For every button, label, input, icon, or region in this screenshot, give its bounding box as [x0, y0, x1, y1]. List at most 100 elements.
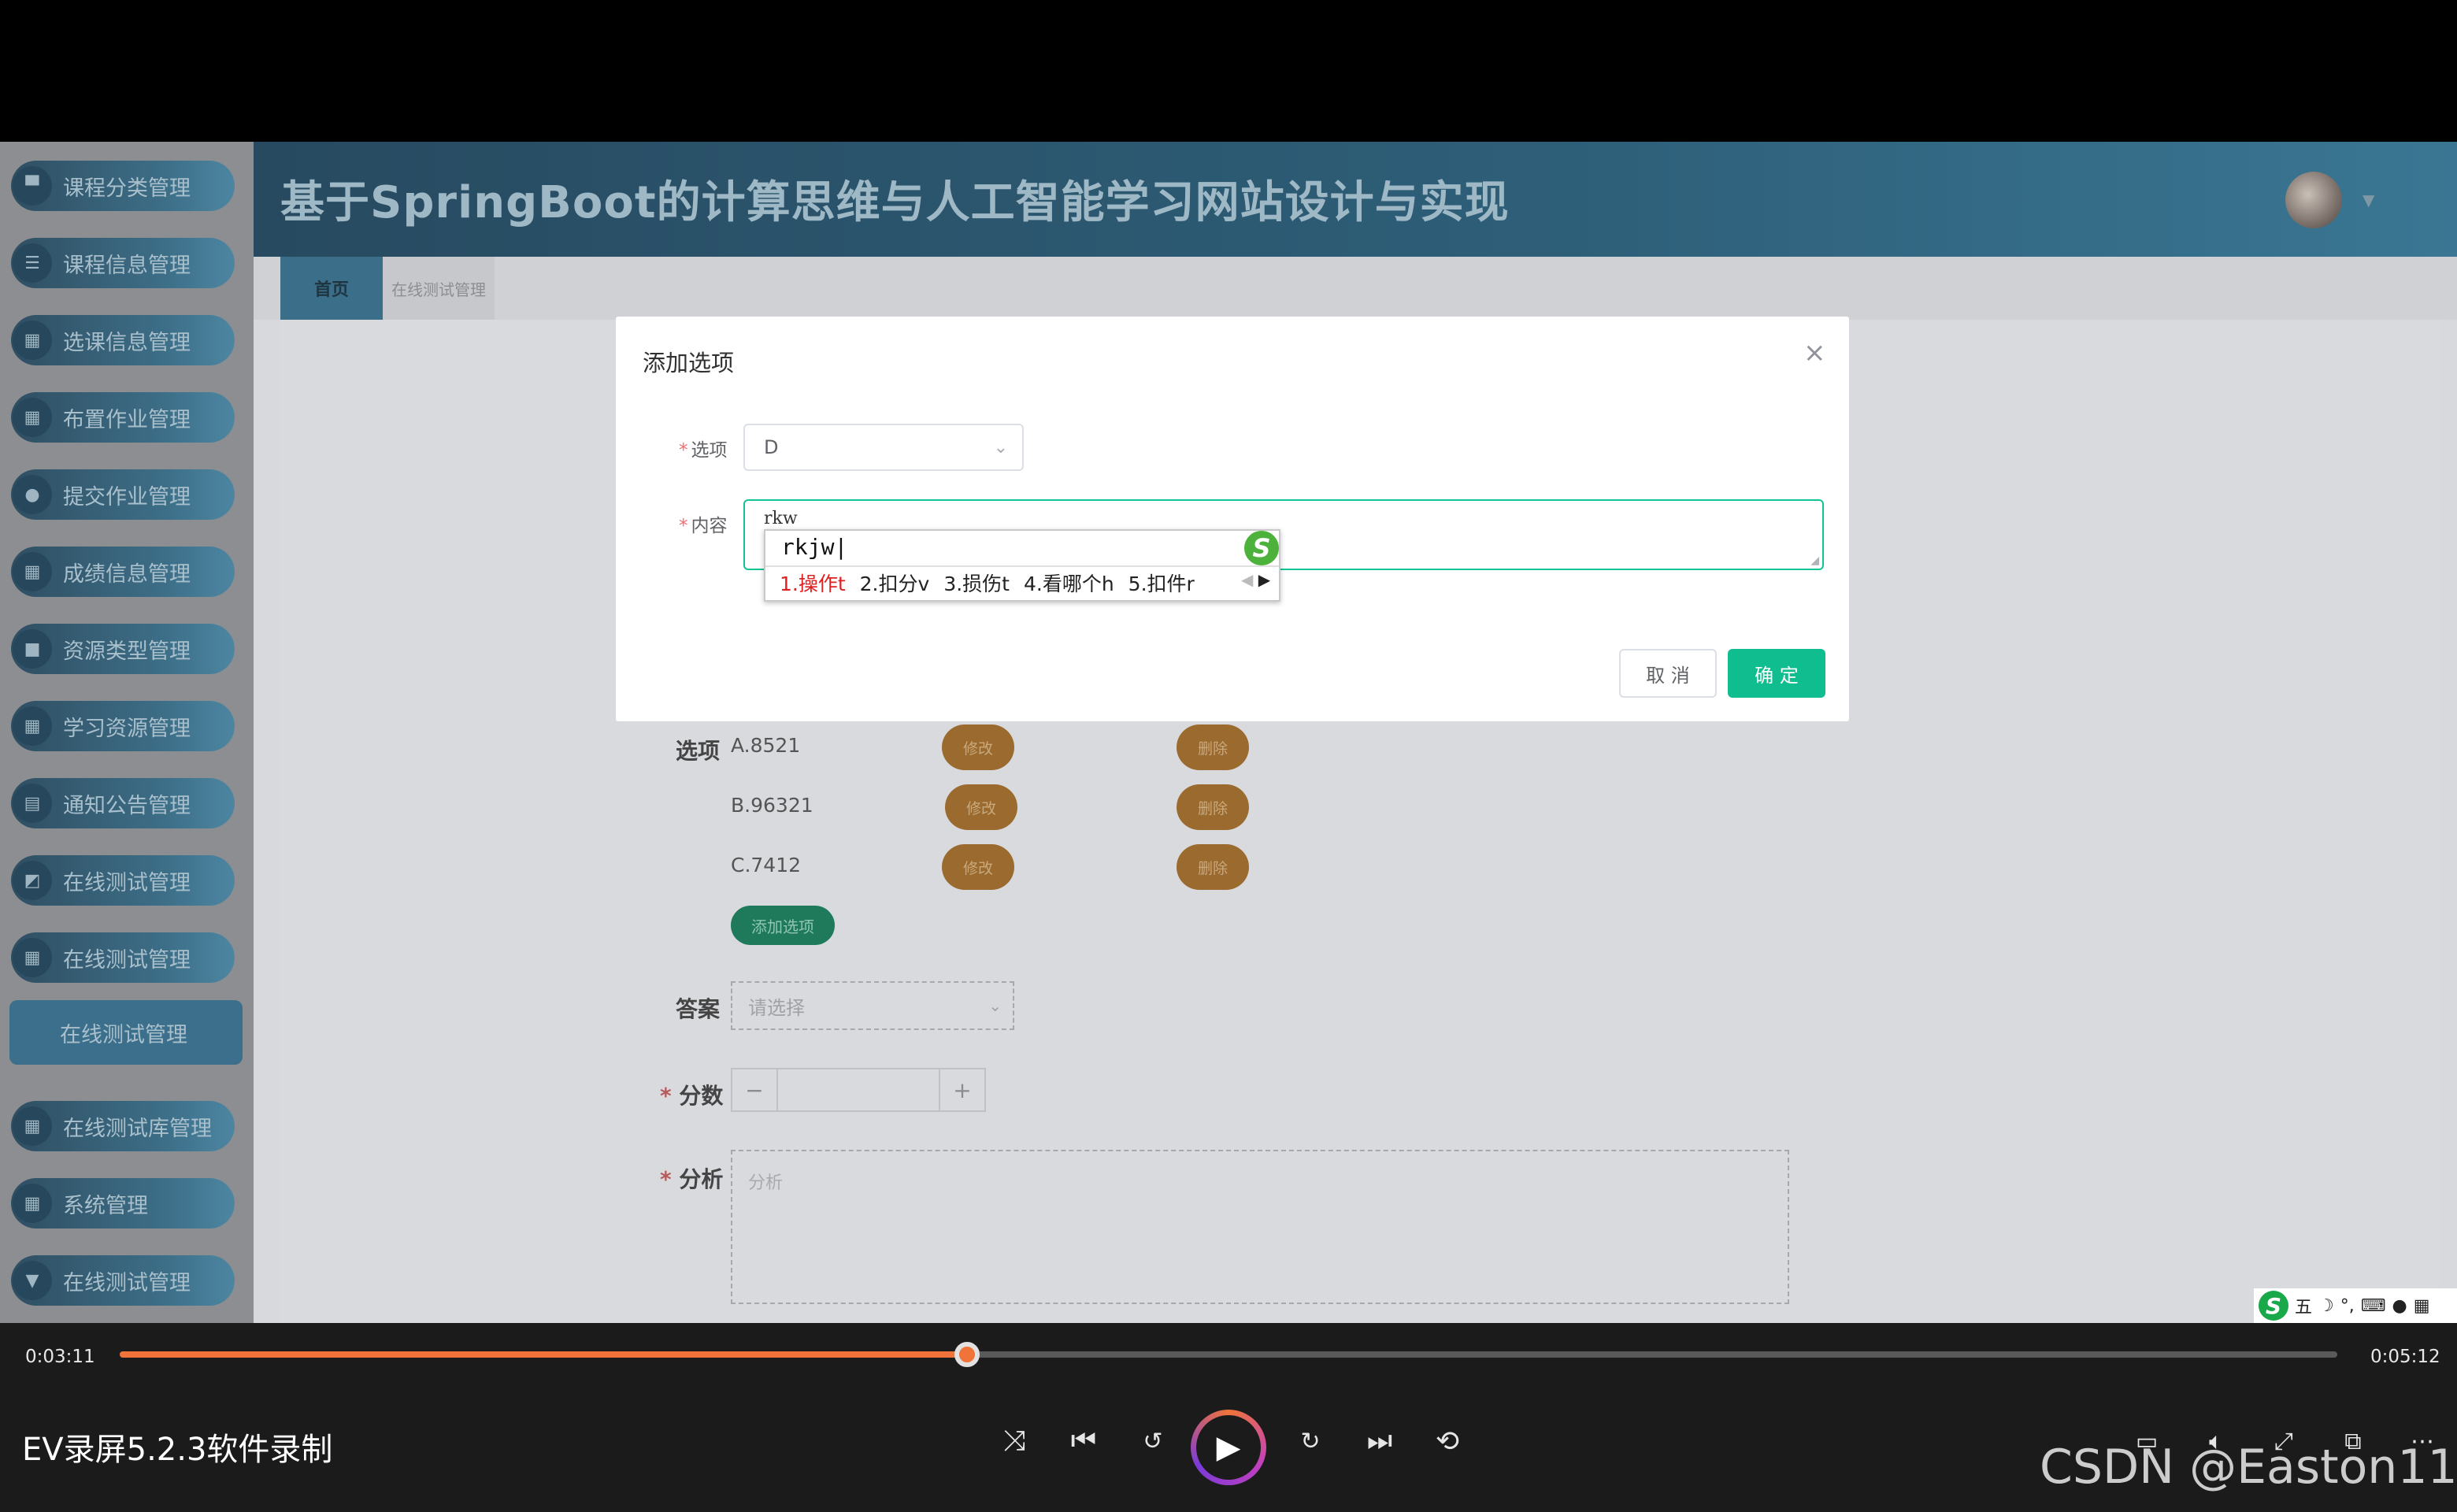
option-text-b: B.96321 — [731, 794, 813, 817]
delete-option-a-button[interactable]: 删除 — [1177, 724, 1249, 770]
sidebar-item-label: 在线测试管理 — [60, 1022, 187, 1047]
close-icon[interactable]: × — [1803, 337, 1826, 369]
confirm-button[interactable]: 确 定 — [1728, 649, 1825, 698]
sogou-logo-icon: S — [1244, 531, 1279, 565]
repeat-off-icon[interactable]: ⟲ — [1424, 1418, 1471, 1465]
sidebar-item-course-info[interactable]: ☰ 课程信息管理 — [11, 238, 235, 288]
content-value: rkw — [764, 509, 798, 528]
sidebar-item-online-test-2[interactable]: ▦ 在线测试管理 — [11, 932, 235, 983]
moon-icon[interactable]: ☽ — [2318, 1296, 2334, 1316]
grid-icon: ▦ — [13, 1184, 52, 1223]
sidebar-item-online-test[interactable]: ◩ 在线测试管理 — [11, 855, 235, 906]
sidebar-item-course-selection[interactable]: ▦ 选课信息管理 — [11, 315, 235, 365]
delete-option-c-button[interactable]: 删除 — [1177, 844, 1249, 890]
grid-icon: ▦ — [13, 1106, 52, 1146]
grid-icon[interactable]: ▦ — [2414, 1296, 2430, 1316]
sidebar-item-label: 课程信息管理 — [63, 253, 191, 278]
chevron-left-icon[interactable]: ◀ — [1241, 570, 1253, 589]
edit-option-c-button[interactable]: 修改 — [942, 844, 1014, 890]
previous-icon[interactable]: ⏮ — [1060, 1418, 1107, 1465]
answer-label: 答案 — [676, 996, 721, 1022]
rewind-10-icon[interactable]: ↺ — [1129, 1418, 1177, 1465]
sidebar-item-label: 选课信息管理 — [63, 330, 191, 355]
score-label: * 分数 — [660, 1079, 723, 1110]
analysis-textarea[interactable]: 分析 — [731, 1150, 1789, 1304]
option-field-label-text: 选项 — [691, 440, 728, 461]
content-field-label: * 内容 — [679, 510, 728, 537]
sidebar-item-label: 在线测试管理 — [63, 870, 191, 895]
list-icon: ☰ — [13, 243, 52, 283]
add-option-button[interactable]: 添加选项 — [731, 906, 835, 945]
dialog-title: 添加选项 — [643, 350, 735, 376]
option-select-value: D — [764, 436, 779, 458]
tab-online-test[interactable]: 在线测试管理 — [383, 257, 495, 320]
sidebar-item-grades[interactable]: ▦ 成绩信息管理 — [11, 547, 235, 597]
punctuation-icon[interactable]: °, — [2340, 1296, 2355, 1316]
cancel-button[interactable]: 取 消 — [1619, 649, 1717, 698]
sidebar-item-label: 资源类型管理 — [63, 639, 191, 664]
required-mark: * — [679, 440, 688, 461]
tab-label: 首页 — [313, 280, 349, 300]
current-time: 0:03:11 — [25, 1347, 95, 1367]
option-select[interactable]: D ⌄ — [743, 424, 1024, 471]
next-icon[interactable]: ⏭ — [1356, 1418, 1403, 1465]
ime-page-nav[interactable]: ◀ ▶ — [1241, 570, 1270, 589]
sidebar-item-label: 成绩信息管理 — [63, 561, 191, 587]
ime-status-bar: S 五 ☽ °, ⌨ ● ▦ — [2254, 1288, 2457, 1323]
sidebar-item-learning-resource[interactable]: ▦ 学习资源管理 — [11, 701, 235, 751]
sidebar-item-label: 布置作业管理 — [63, 407, 191, 432]
ime-candidate[interactable]: 4.看哪个h — [1024, 569, 1114, 597]
keyboard-icon[interactable]: ⌨ — [2361, 1296, 2386, 1316]
sidebar-item-online-test-3[interactable]: ▼ 在线测试管理 — [11, 1255, 235, 1306]
grid-icon: ▦ — [13, 552, 52, 591]
score-decrement-button[interactable]: − — [732, 1069, 778, 1110]
delete-option-b-button[interactable]: 删除 — [1177, 784, 1249, 830]
avatar[interactable] — [2285, 172, 2342, 228]
sidebar-item-course-category[interactable]: ▀ 课程分类管理 — [11, 161, 235, 211]
sogou-logo-icon[interactable]: S — [2259, 1291, 2288, 1321]
play-button[interactable]: ▶ — [1191, 1410, 1266, 1485]
score-stepper[interactable]: − + — [731, 1068, 986, 1112]
edit-option-b-button[interactable]: 修改 — [945, 784, 1017, 830]
seek-progress — [120, 1351, 967, 1358]
sidebar-item-label: 课程分类管理 — [63, 176, 191, 201]
resize-handle-icon[interactable]: ◢ — [1810, 554, 1819, 567]
answer-placeholder: 请选择 — [748, 996, 805, 1019]
divider — [765, 565, 1279, 567]
ime-candidate[interactable]: 2.扣分v — [860, 569, 930, 597]
sidebar-item-label: 在线测试管理 — [63, 947, 191, 973]
edit-option-a-button[interactable]: 修改 — [942, 724, 1014, 770]
answer-select[interactable]: 请选择 ⌄ — [731, 981, 1014, 1030]
chevron-down-icon[interactable]: ▼ — [2362, 191, 2374, 209]
shuffle-icon[interactable]: ⤨ — [991, 1418, 1038, 1465]
seek-thumb[interactable] — [954, 1342, 980, 1367]
sidebar-item-test-bank[interactable]: ▦ 在线测试库管理 — [11, 1101, 235, 1151]
ime-candidate[interactable]: 1.操作t — [780, 569, 846, 597]
calendar-icon: ▤ — [13, 784, 52, 823]
header: 基于SpringBoot的计算思维与人工智能学习网站设计与实现 ▼ — [254, 142, 2457, 257]
sidebar-item-assign-homework[interactable]: ▦ 布置作业管理 — [11, 392, 235, 443]
forward-30-icon[interactable]: ↻ — [1287, 1418, 1334, 1465]
score-increment-button[interactable]: + — [939, 1069, 984, 1110]
flag-icon: ▼ — [13, 1261, 52, 1300]
sidebar: ▀ 课程分类管理 ☰ 课程信息管理 ▦ 选课信息管理 ▦ 布置作业管理 ● 提交作业管理 … — [0, 142, 254, 1323]
sidebar-item-system[interactable]: ▦ 系统管理 — [11, 1178, 235, 1228]
sidebar-item-notice[interactable]: ▤ 通知公告管理 — [11, 778, 235, 828]
add-option-dialog: 添加选项 × * 选项 D ⌄ * 内容 rkw ◢ 取 消 确 定 — [616, 317, 1849, 721]
sidebar-item-resource-type[interactable]: ■ 资源类型管理 — [11, 624, 235, 674]
video-letterbox-top — [0, 0, 2457, 142]
sidebar-item-label: 系统管理 — [63, 1193, 148, 1218]
ime-candidate[interactable]: 5.扣件r — [1128, 569, 1195, 597]
chevron-right-icon[interactable]: ▶ — [1258, 570, 1270, 589]
sidebar-subitem-online-test[interactable]: 在线测试管理 — [9, 1000, 243, 1065]
sidebar-item-label: 在线测试库管理 — [63, 1116, 212, 1141]
app-frame: ▀ 课程分类管理 ☰ 课程信息管理 ▦ 选课信息管理 ▦ 布置作业管理 ● 提交作业管理 … — [0, 142, 2457, 1323]
content-field-label-text: 内容 — [691, 516, 728, 536]
user-icon[interactable]: ● — [2392, 1296, 2407, 1316]
sidebar-item-label: 学习资源管理 — [63, 716, 191, 741]
input-mode-indicator[interactable]: 五 — [2295, 1293, 2312, 1318]
ime-candidate[interactable]: 3.损伤t — [943, 569, 1010, 597]
tab-home[interactable]: 首页 — [280, 257, 383, 320]
sidebar-item-submit-homework[interactable]: ● 提交作业管理 — [11, 469, 235, 520]
ime-candidate-window: rkjw| S 1.操作t 2.扣分v 3.损伤t 4.看哪个h 5.扣件r ◀… — [764, 529, 1280, 602]
